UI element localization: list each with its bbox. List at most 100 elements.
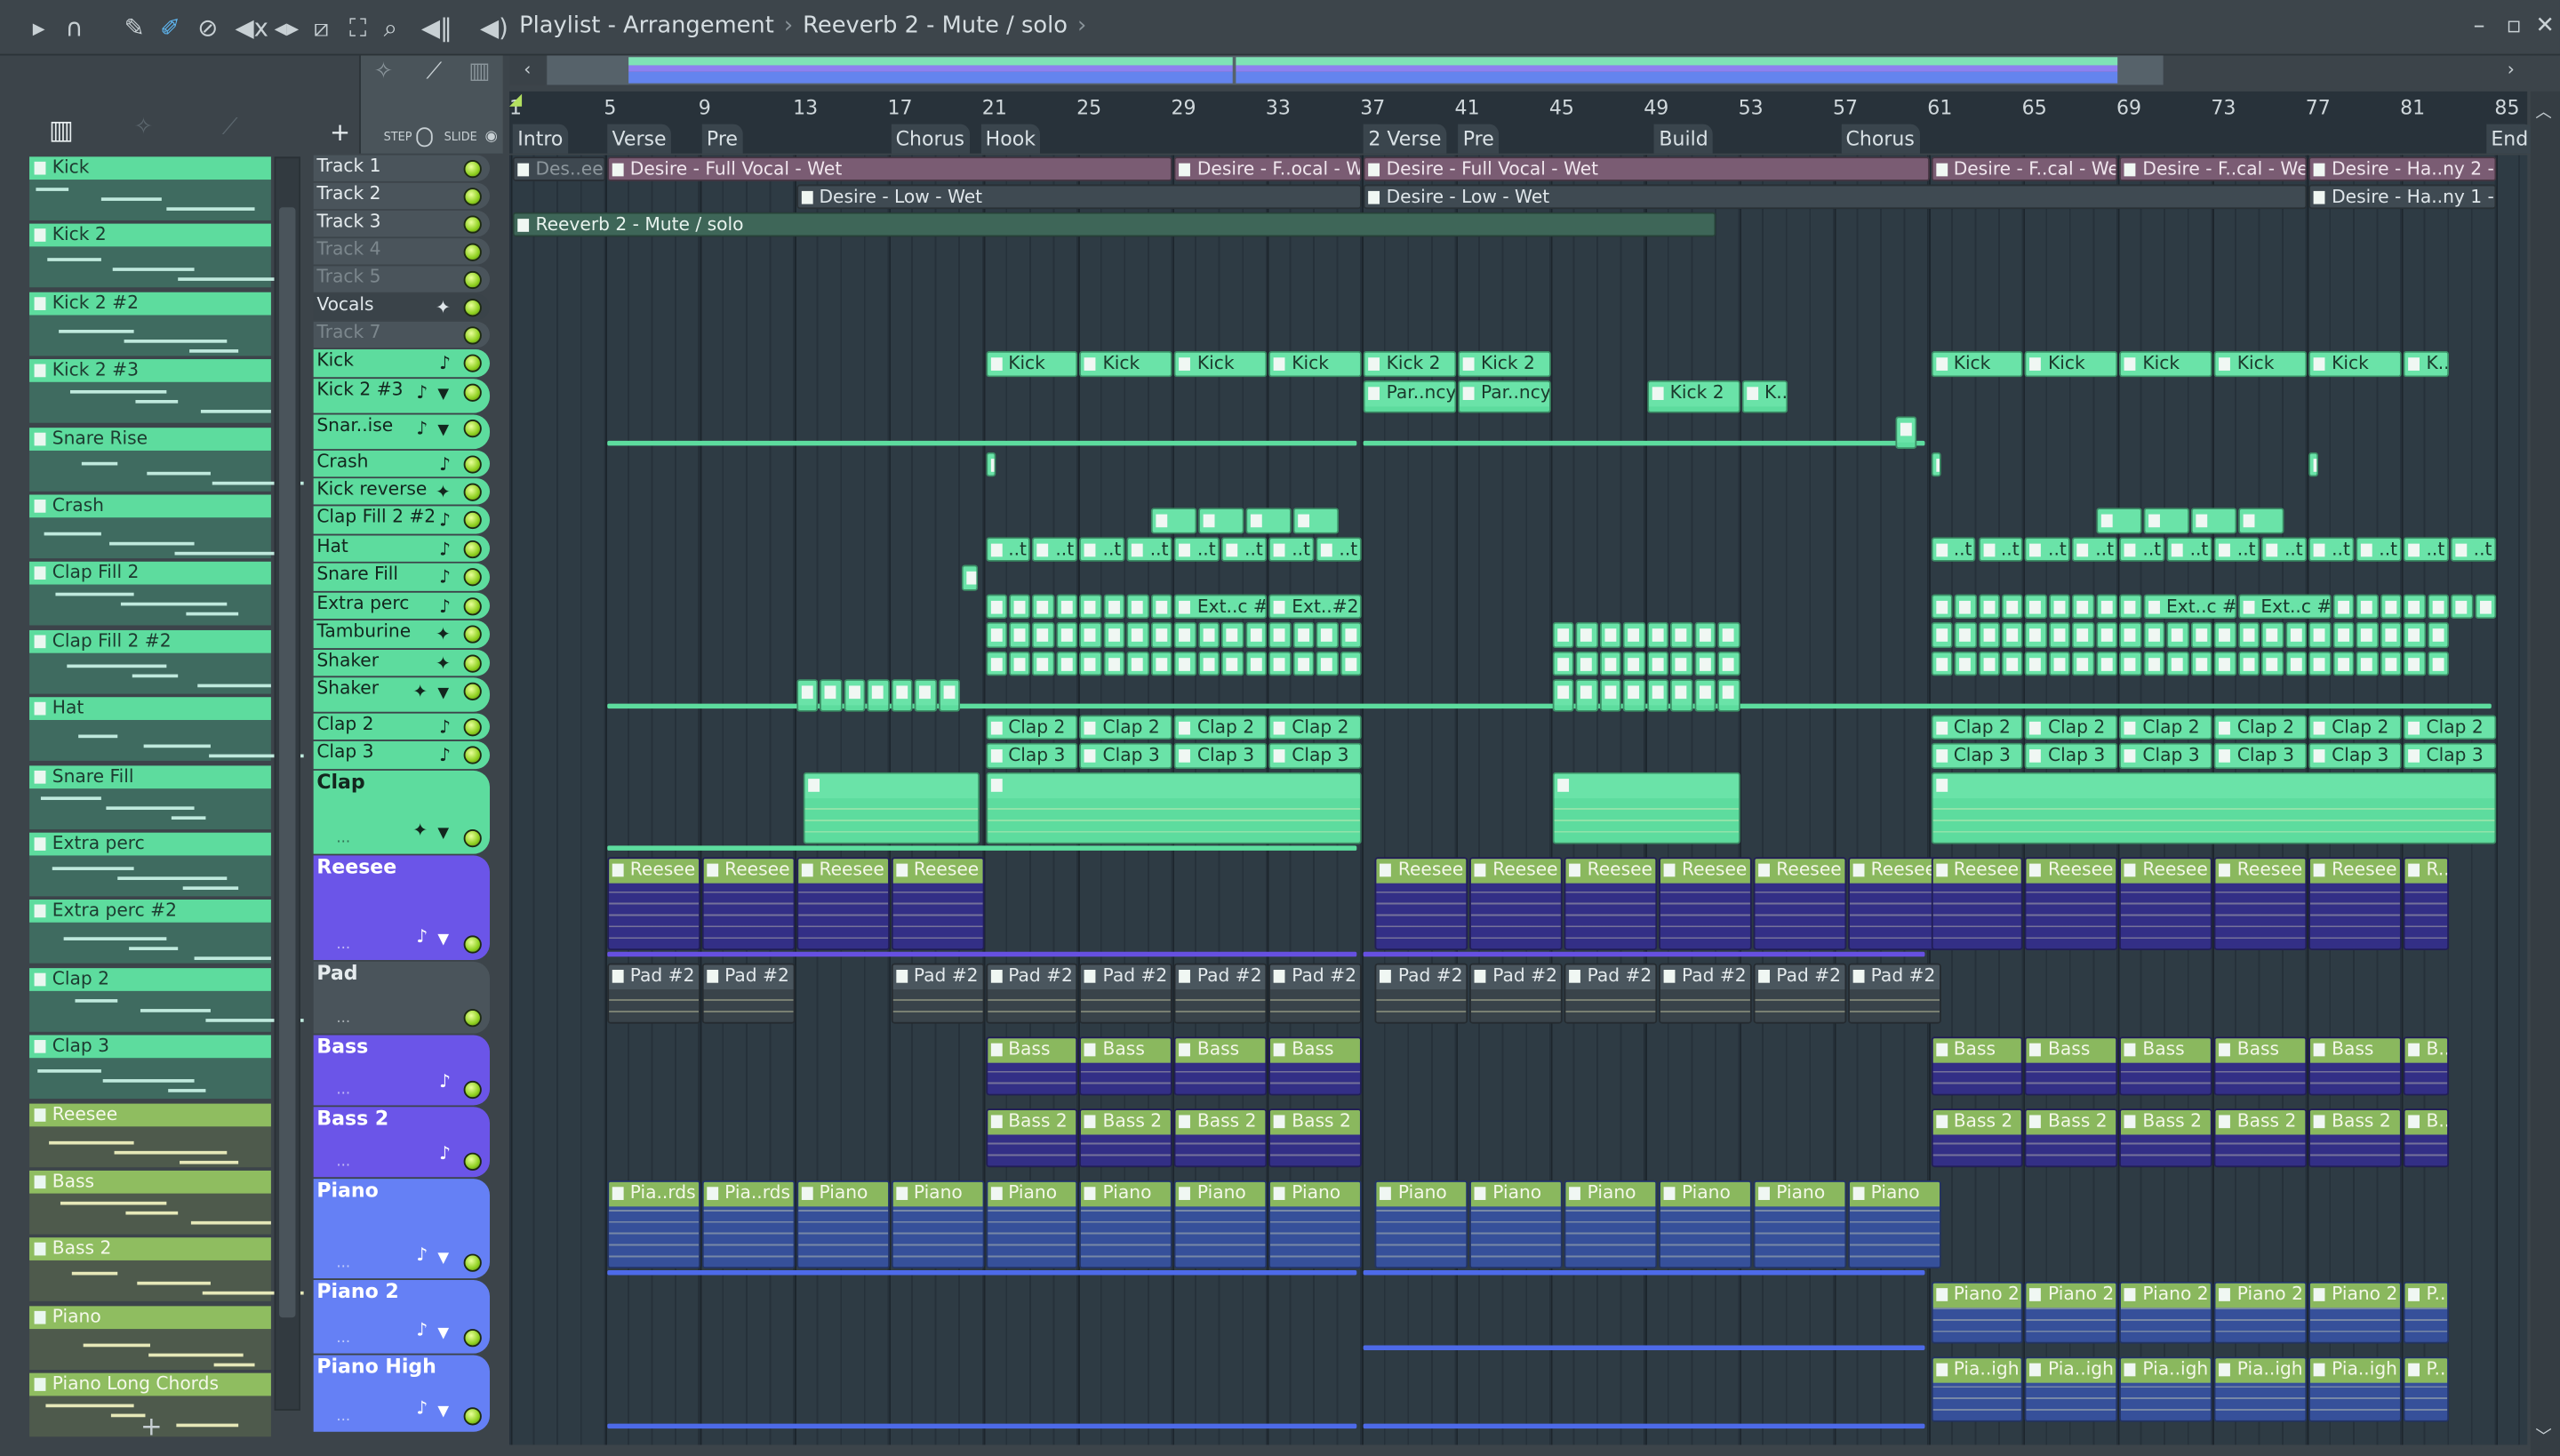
clip[interactable] <box>1694 679 1716 712</box>
clip[interactable] <box>1717 679 1740 712</box>
clip[interactable] <box>843 679 866 712</box>
clip[interactable]: Pia..igh <box>2119 1356 2213 1422</box>
more-icon[interactable]: ... <box>336 1327 350 1350</box>
track-enable-led[interactable] <box>463 1407 482 1426</box>
clip[interactable] <box>1316 651 1339 676</box>
clip[interactable] <box>1623 651 1646 676</box>
clip[interactable] <box>2403 621 2426 649</box>
scroll-up-icon[interactable]: ︿ <box>2535 98 2551 123</box>
track-enable-led[interactable] <box>463 568 482 587</box>
vertical-scrollbar[interactable]: ︿ ﹀ <box>2530 91 2560 1456</box>
clip[interactable] <box>985 452 996 477</box>
clip[interactable] <box>985 772 1363 844</box>
clip[interactable] <box>1221 621 1244 649</box>
clip[interactable] <box>1103 651 1126 676</box>
clip[interactable] <box>2332 651 2355 676</box>
clip[interactable] <box>1895 416 1917 450</box>
clip[interactable]: Piano 2 <box>2025 1281 2118 1344</box>
clip[interactable]: Bass 2 <box>1079 1108 1173 1168</box>
clip[interactable] <box>1103 621 1126 649</box>
track-header[interactable]: Kick reverse ✦ <box>313 478 491 505</box>
track-header[interactable]: Snare Fill ♪ <box>313 563 491 591</box>
clip[interactable]: Piano <box>985 1180 1078 1269</box>
clip[interactable]: Piano <box>1079 1180 1173 1269</box>
track-enable-led[interactable] <box>463 935 482 954</box>
more-icon[interactable]: ... <box>336 1007 350 1030</box>
clip[interactable] <box>2001 621 2024 649</box>
pattern-item[interactable]: Hat <box>29 697 304 762</box>
track-enable-led[interactable] <box>463 625 482 644</box>
clip[interactable] <box>820 679 843 712</box>
clip[interactable] <box>1930 452 1941 477</box>
slice-icon[interactable]: ⧄ <box>314 13 330 43</box>
clip[interactable]: Pad #2 <box>1659 963 1752 1024</box>
track-header[interactable]: Kick 2 #3 ♪ ▼ <box>313 379 491 413</box>
clip[interactable]: ..t <box>2261 537 2308 562</box>
track-header[interactable]: Kick ♪ <box>313 349 491 378</box>
clip[interactable]: Kick 2 <box>1363 350 1457 378</box>
clip[interactable] <box>2332 594 2355 620</box>
clip[interactable] <box>1268 621 1292 649</box>
clip[interactable] <box>914 679 937 712</box>
clip[interactable] <box>2308 452 2319 477</box>
clip[interactable]: Pad #2 <box>1079 963 1173 1024</box>
track-enable-led[interactable] <box>463 1009 482 1028</box>
clip[interactable] <box>2190 508 2236 534</box>
clip[interactable] <box>2356 621 2379 649</box>
clip[interactable]: Desire - Full Vocal - Wet <box>1363 156 1930 181</box>
clip[interactable]: Desire - Ha..ny 1 - Wet <box>2308 184 2497 210</box>
track-header[interactable]: Clap 2 ♪ <box>313 713 491 740</box>
clip[interactable]: Kick 2 <box>1458 350 1551 378</box>
track-enable-led[interactable] <box>463 455 482 474</box>
track-enable-led[interactable] <box>463 654 482 673</box>
clip[interactable] <box>1032 651 1055 676</box>
step-toggle[interactable] <box>416 127 433 148</box>
clip[interactable] <box>1954 651 1977 676</box>
clip[interactable] <box>2119 651 2142 676</box>
track-enable-led[interactable] <box>463 746 482 764</box>
clip[interactable] <box>1552 621 1575 649</box>
clip[interactable]: R.. <box>2403 857 2450 950</box>
clip[interactable] <box>1150 621 1173 649</box>
clip[interactable]: Piano 2 <box>2119 1281 2213 1344</box>
playback-icon[interactable]: ◀‖ <box>421 13 452 43</box>
add-pattern-button[interactable]: + <box>140 1411 163 1442</box>
clip[interactable]: ..t <box>2025 537 2071 562</box>
clip[interactable] <box>2214 651 2236 676</box>
clip[interactable] <box>2237 651 2260 676</box>
clip[interactable]: Kick <box>1930 350 2024 378</box>
clip[interactable] <box>1340 621 1363 649</box>
clip[interactable]: Reesee <box>1930 857 2024 950</box>
clip[interactable]: Bass 2 <box>2214 1108 2308 1168</box>
clip[interactable] <box>2119 594 2142 620</box>
track-enable-led[interactable] <box>463 270 482 290</box>
track-enable-led[interactable] <box>463 540 482 559</box>
clip[interactable] <box>2166 651 2189 676</box>
timeline-ruler[interactable]: 1 5 9 13 17 21 25 29 33 37 41 45 49 53 57 61 65 69 73 77 81 8… <box>509 91 2533 154</box>
more-icon[interactable]: ... <box>336 1151 350 1174</box>
marker-chorus[interactable]: Chorus <box>1840 124 1920 154</box>
clip[interactable]: ..t <box>2356 537 2402 562</box>
clip[interactable]: Reesee <box>1847 857 1941 950</box>
track-header[interactable]: Extra perc ♪ <box>313 592 491 620</box>
track-enable-led[interactable] <box>463 326 482 345</box>
zoom-icon[interactable]: ⌕ <box>384 13 397 43</box>
clip[interactable]: Pia..rds <box>607 1180 700 1269</box>
marker-pre[interactable]: Pre <box>701 124 743 154</box>
clip[interactable]: P.. <box>2403 1281 2450 1344</box>
clip[interactable] <box>1032 594 1055 620</box>
clip[interactable] <box>1623 679 1646 712</box>
clip[interactable]: Reeverb 2 - Mute / solo <box>512 212 1716 237</box>
slip-icon[interactable]: ◂▸ <box>275 13 300 43</box>
clip[interactable]: Bass <box>1174 1036 1268 1096</box>
clip[interactable] <box>2096 651 2118 676</box>
clip[interactable] <box>1292 651 1315 676</box>
marker-build[interactable]: Build <box>1653 124 1714 154</box>
clip[interactable] <box>2190 651 2213 676</box>
clip[interactable]: Clap 3 <box>1268 742 1363 770</box>
clip[interactable]: Desire - F..cal - Wet <box>1930 156 2118 181</box>
clip[interactable]: Clap 2 <box>1174 715 1268 740</box>
clip[interactable]: Clap 2 <box>2025 715 2118 740</box>
dropdown-arrow-icon[interactable]: ▼ <box>437 384 449 407</box>
clip[interactable] <box>1552 772 1740 844</box>
